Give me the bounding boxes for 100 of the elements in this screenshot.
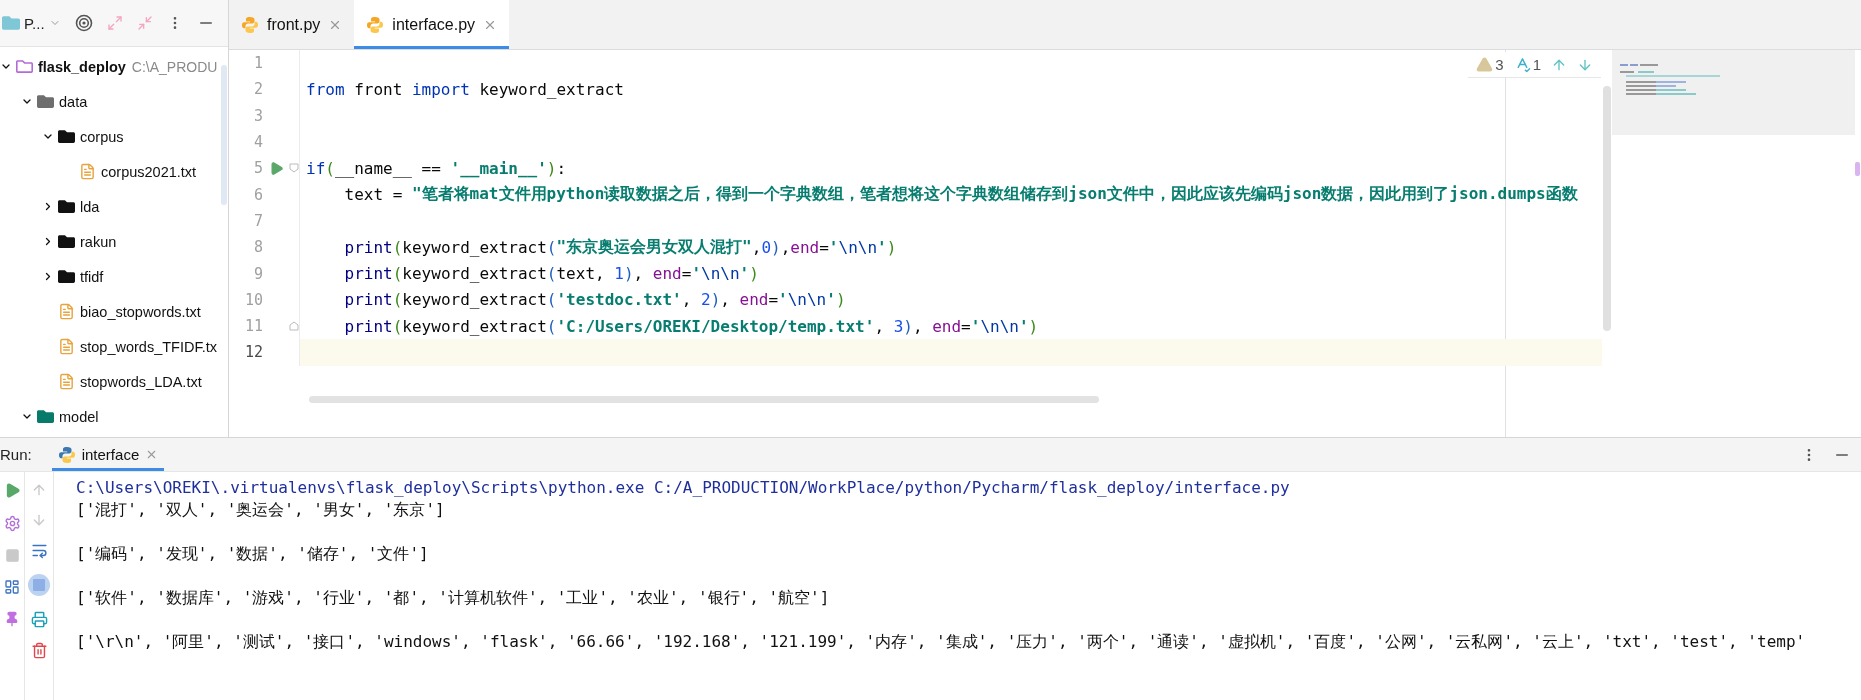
- code-token: end: [652, 264, 682, 283]
- stop-icon[interactable]: [4, 548, 20, 563]
- line-number: 12: [243, 343, 263, 362]
- code-token: ': [778, 290, 788, 310]
- warnings-count[interactable]: 3: [1476, 56, 1504, 73]
- code-token: keyword_extract: [402, 237, 547, 257]
- project-path: C:\A_PRODU: [131, 58, 218, 75]
- folder-icon: [2, 14, 20, 32]
- code-token: =: [768, 290, 779, 310]
- editor-tab[interactable]: interface.py: [354, 0, 510, 49]
- code-token: __name__ ==: [334, 158, 442, 178]
- code-token: "笔者将mat文件用python读取数据之后，得到一个字典数组，笔者想将这个字典数组储存到json文件中，因此应该先编码json数据，因此用到了json.dumps函数: [411, 184, 1578, 206]
- code-token: text,: [556, 264, 606, 283]
- folder-icon: [58, 128, 75, 145]
- code-token: =: [681, 264, 692, 283]
- target-icon[interactable]: [74, 14, 93, 32]
- horizontal-scrollbar[interactable]: [309, 395, 1099, 403]
- code-token: ': [1018, 316, 1029, 336]
- code-token: ): [749, 264, 759, 283]
- tree-item-label[interactable]: biao_stopwords.txt: [80, 303, 201, 320]
- code-token: ): [623, 264, 634, 283]
- scroll-to-end-icon[interactable]: [27, 573, 51, 597]
- up-arrow-icon[interactable]: [31, 482, 47, 498]
- print-icon[interactable]: [30, 611, 48, 628]
- tree-item-label[interactable]: tfidf: [80, 268, 104, 285]
- code-token: (: [546, 290, 557, 310]
- code-token: "东京奥运会男女双人混打": [556, 236, 752, 258]
- tree-item-label[interactable]: corpus2021.txt: [101, 163, 197, 180]
- code-token: ': [877, 237, 887, 257]
- console-output: ['混打', '双人', '奥运会', '男女', '东京']: [76, 499, 446, 521]
- delete-icon[interactable]: [30, 642, 48, 659]
- layout-icon[interactable]: [4, 579, 20, 595]
- code-token: 'testdoc.txt': [556, 290, 682, 310]
- code-token: import: [411, 79, 470, 99]
- code-token: 'C:/Users/OREKI/Desktop/temp.txt': [556, 316, 875, 336]
- line-number: 6: [252, 185, 263, 204]
- run-tab[interactable]: interface: [51, 438, 165, 471]
- line-number: 7: [252, 211, 263, 230]
- code-token: ): [1028, 316, 1039, 336]
- code-token: front: [353, 79, 404, 99]
- code-token: \n\n: [980, 316, 1019, 336]
- code-token: (: [546, 237, 557, 257]
- line-number: 11: [243, 317, 263, 336]
- folder-icon: [58, 198, 75, 215]
- collapse-all-icon[interactable]: [136, 15, 153, 31]
- expand-all-icon[interactable]: [106, 15, 123, 31]
- tree-item-label[interactable]: data: [59, 93, 88, 110]
- settings-icon[interactable]: [3, 515, 21, 532]
- code-token: (: [392, 290, 403, 310]
- code-token: ,: [874, 316, 885, 336]
- code-token: keyword_extract: [402, 290, 547, 310]
- python-file-icon: [241, 15, 259, 34]
- pin-icon[interactable]: [4, 611, 20, 627]
- code-token: (: [546, 316, 557, 336]
- code-token: print: [343, 264, 393, 283]
- code-token: (: [392, 316, 403, 336]
- code-token: end: [739, 290, 769, 310]
- code-token: keyword_extract: [478, 79, 624, 99]
- tree-item-label[interactable]: model: [59, 408, 99, 425]
- project-view-selector[interactable]: P...: [2, 14, 61, 32]
- code-token: print: [343, 290, 393, 310]
- run-panel-label: Run:: [0, 446, 32, 463]
- code-token: 2: [701, 290, 711, 310]
- line-number: 10: [243, 290, 263, 309]
- tree-item-label[interactable]: lda: [80, 198, 100, 215]
- line-number: 5: [252, 159, 263, 178]
- fold-marker-icon[interactable]: [289, 321, 299, 332]
- code-token: (: [392, 264, 403, 283]
- folder-icon: [58, 268, 75, 285]
- code-token: (: [325, 158, 335, 178]
- line-number: 2: [252, 80, 263, 99]
- editor-tab[interactable]: front.py: [229, 0, 355, 49]
- code-token: ,: [780, 237, 791, 257]
- tree-item-label[interactable]: flask_deploy: [38, 58, 126, 75]
- scrollbar-thumb[interactable]: [1603, 86, 1611, 331]
- code-token: ': [691, 264, 701, 283]
- code-token: ,: [912, 316, 924, 336]
- code-token: \n\n: [838, 237, 878, 257]
- code-token: \n\n: [787, 290, 827, 310]
- scroll-marker-icon: [1855, 162, 1860, 176]
- scrollbar-thumb[interactable]: [220, 65, 227, 205]
- fold-marker-icon[interactable]: [289, 163, 299, 174]
- console-output: ['编码', '发现', '数据', '储存', '文件']: [76, 543, 430, 565]
- text-file-icon: [58, 338, 75, 355]
- warning-icon: [1476, 56, 1494, 73]
- typos-count[interactable]: 1: [1513, 56, 1541, 73]
- soft-wrap-icon[interactable]: [30, 542, 48, 559]
- tree-item-label[interactable]: corpus: [80, 128, 124, 145]
- code-token: from: [306, 79, 345, 99]
- folder-icon: [37, 408, 54, 425]
- run-icon[interactable]: [268, 160, 284, 176]
- tree-item-label[interactable]: stop_words_TFIDF.tx: [80, 338, 217, 355]
- code-token: ,: [681, 290, 693, 310]
- code-token: \n\n: [701, 264, 740, 283]
- line-number: 8: [252, 238, 263, 257]
- tree-item-label[interactable]: rakun: [80, 233, 117, 250]
- code-token: ): [835, 290, 846, 310]
- code-token: =: [819, 237, 829, 257]
- python-file-icon: [57, 445, 76, 464]
- tree-item-label[interactable]: stopwords_LDA.txt: [80, 373, 202, 390]
